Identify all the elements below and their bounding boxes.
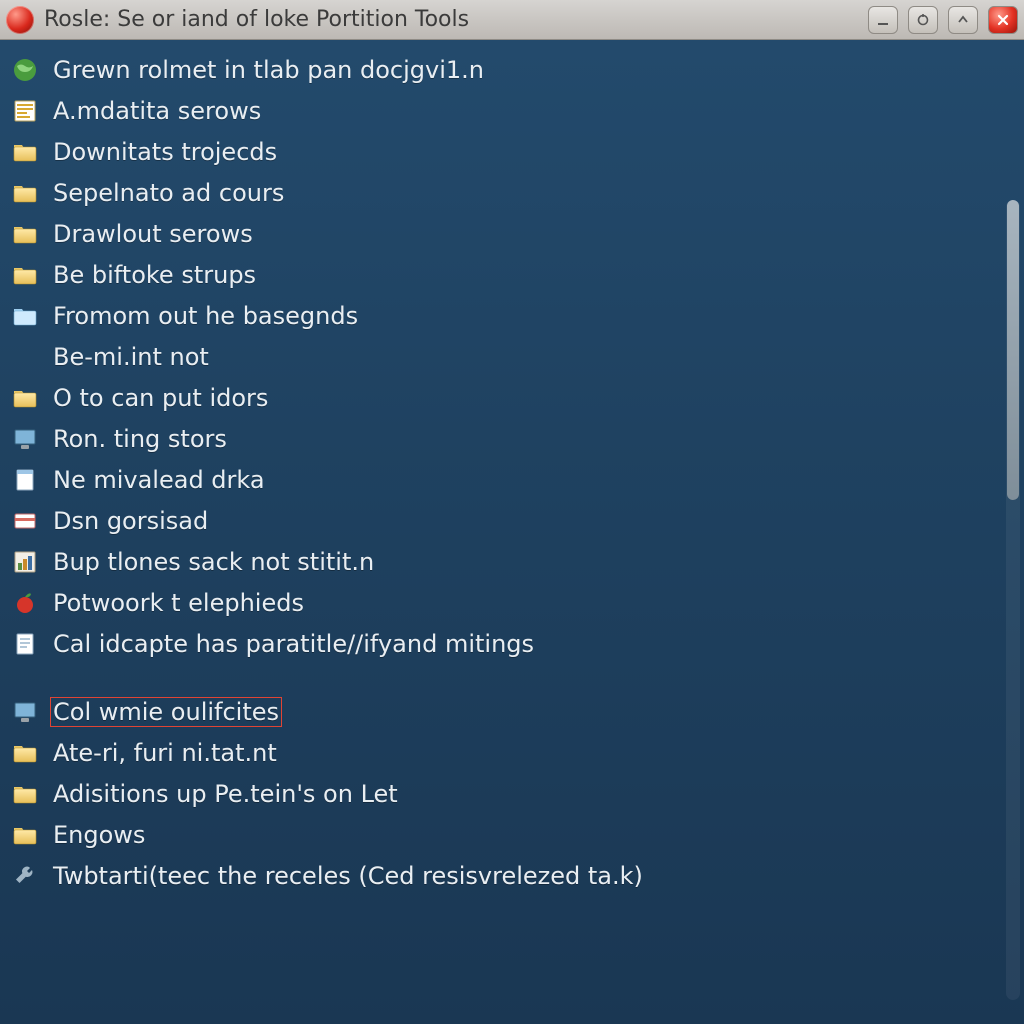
list-item[interactable]: Cal idcapte has paratitle//ifyand miting…: [12, 628, 1018, 660]
list-item[interactable]: Be biftoke strups: [12, 259, 1018, 291]
list-item-label: Drawlout serows: [50, 219, 256, 249]
list-item-label: Engows: [50, 820, 148, 850]
folder-icon: [12, 822, 38, 848]
list-item[interactable]: Sepelnato ad cours: [12, 177, 1018, 209]
folder-icon: [12, 180, 38, 206]
list-item[interactable]: Ne mivalead drka: [12, 464, 1018, 496]
list-item-label: Be biftoke strups: [50, 260, 259, 290]
options-button[interactable]: [908, 6, 938, 34]
list-item[interactable]: Ate-ri, furi ni.tat.nt: [12, 737, 1018, 769]
list-item-label: Fromom out he basegnds: [50, 301, 361, 331]
tool-icon: [12, 863, 38, 889]
list-item-label: Adisitions up Pe.tein's on Let: [50, 779, 401, 809]
title-bar: Rosle: Se or iand of loke Portition Tool…: [0, 0, 1024, 40]
folder-icon: [12, 139, 38, 165]
list-item-label: Grewn rolmet in tlab pan docjgvi1.n: [50, 55, 487, 85]
list-item-label: Ate-ri, furi ni.tat.nt: [50, 738, 280, 768]
list-item-label: Cal idcapte has paratitle//ifyand miting…: [50, 629, 537, 659]
list-item[interactable]: Adisitions up Pe.tein's on Let: [12, 778, 1018, 810]
app-badge-icon: [6, 6, 34, 34]
note-icon: [12, 631, 38, 657]
list-item[interactable]: Twbtarti(teec the receles (Ced resisvrel…: [12, 860, 1018, 892]
monitor-icon: [12, 426, 38, 452]
list-item-label: Bup tlones sack not stitit.n: [50, 547, 377, 577]
list-item[interactable]: Drawlout serows: [12, 218, 1018, 250]
list-item-label: A.mdatita serows: [50, 96, 264, 126]
list-item-label: Downitats trojecds: [50, 137, 280, 167]
list-item-label: Col wmie oulifcites: [50, 697, 282, 727]
list-item[interactable]: Grewn rolmet in tlab pan docjgvi1.n: [12, 54, 1018, 86]
list-item[interactable]: Engows: [12, 819, 1018, 851]
list-icon: [12, 98, 38, 124]
item-list: Grewn rolmet in tlab pan docjgvi1.n A.mda…: [12, 54, 1018, 892]
list-item[interactable]: O to can put idors: [12, 382, 1018, 414]
close-button[interactable]: [988, 6, 1018, 34]
vertical-scrollbar[interactable]: [1006, 200, 1020, 1000]
chart-icon: [12, 549, 38, 575]
list-item[interactable]: Potwoork t elephieds: [12, 587, 1018, 619]
folder-icon: [12, 385, 38, 411]
list-item-label: O to can put idors: [50, 383, 271, 413]
list-item-label: Ne mivalead drka: [50, 465, 268, 495]
content-pane: Grewn rolmet in tlab pan docjgvi1.n A.mda…: [0, 40, 1024, 1024]
list-item[interactable]: Dsn gorsisad: [12, 505, 1018, 537]
blank-icon: [12, 344, 38, 370]
list-item-label: Potwoork t elephieds: [50, 588, 307, 618]
globe-icon: [12, 57, 38, 83]
list-item[interactable]: Be-mi.int not: [12, 341, 1018, 373]
window-title: Rosle: Se or iand of loke Portition Tool…: [44, 7, 858, 32]
folder-icon: [12, 740, 38, 766]
page-icon: [12, 467, 38, 493]
folder-icon: [12, 221, 38, 247]
folder-icon: [12, 262, 38, 288]
list-item[interactable]: Fromom out he basegnds: [12, 300, 1018, 332]
card-icon: [12, 508, 38, 534]
scrollbar-thumb[interactable]: [1007, 200, 1019, 500]
list-item[interactable]: A.mdatita serows: [12, 95, 1018, 127]
list-item[interactable]: Ron. ting stors: [12, 423, 1018, 455]
apple-icon: [12, 590, 38, 616]
folder-icon: [12, 781, 38, 807]
list-item[interactable]: Downitats trojecds: [12, 136, 1018, 168]
list-item-label: Ron. ting stors: [50, 424, 230, 454]
list-item-label: Sepelnato ad cours: [50, 178, 287, 208]
list-item-label: Twbtarti(teec the receles (Ced resisvrel…: [50, 861, 646, 891]
monitor-icon: [12, 699, 38, 725]
list-item[interactable]: Bup tlones sack not stitit.n: [12, 546, 1018, 578]
list-item[interactable]: Col wmie oulifcites: [12, 696, 1018, 728]
minimize-button[interactable]: [868, 6, 898, 34]
group-separator: [12, 669, 1018, 687]
maximize-button[interactable]: [948, 6, 978, 34]
list-item-label: Dsn gorsisad: [50, 506, 211, 536]
folder-icon: [12, 303, 38, 329]
list-item-label: Be-mi.int not: [50, 342, 212, 372]
